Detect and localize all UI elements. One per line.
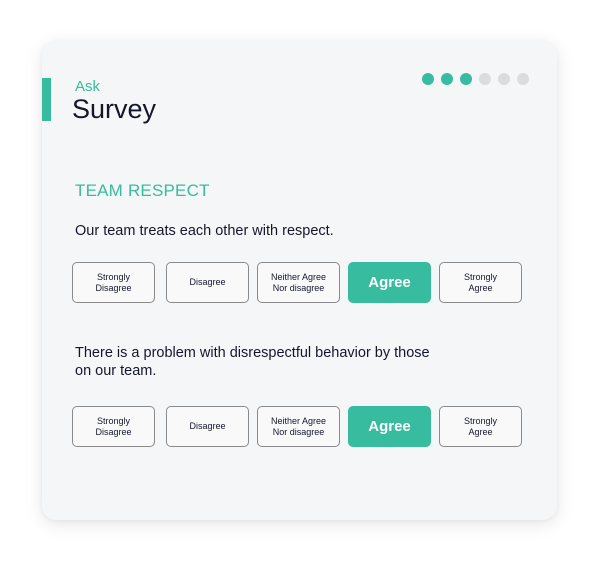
- accent-bar: [42, 78, 51, 121]
- question-2-options: Strongly Disagree Disagree Neither Agree…: [72, 406, 522, 447]
- progress-dot-3: [460, 73, 472, 85]
- progress-dot-4: [479, 73, 491, 85]
- section-title: TEAM RESPECT: [75, 181, 210, 200]
- progress-dot-6: [517, 73, 529, 85]
- option-strongly-agree[interactable]: Strongly Agree: [439, 262, 522, 303]
- option-strongly-disagree[interactable]: Strongly Disagree: [72, 406, 155, 447]
- question-1-options: Strongly Disagree Disagree Neither Agree…: [72, 262, 522, 303]
- survey-card: Ask Survey TEAM RESPECT Our team treats …: [42, 41, 557, 520]
- header-eyebrow: Ask: [75, 78, 101, 95]
- progress-dot-2: [441, 73, 453, 85]
- option-neither[interactable]: Neither Agree Nor disagree: [257, 406, 340, 447]
- question-2-text: There is a problem with disrespectful be…: [75, 345, 430, 379]
- option-disagree[interactable]: Disagree: [166, 406, 249, 447]
- progress-indicator: [422, 73, 529, 85]
- option-strongly-disagree[interactable]: Strongly Disagree: [72, 262, 155, 303]
- page-title: Survey: [72, 94, 157, 124]
- option-neither[interactable]: Neither Agree Nor disagree: [257, 262, 340, 303]
- progress-dot-1: [422, 73, 434, 85]
- option-agree[interactable]: Agree: [348, 406, 431, 447]
- progress-dot-5: [498, 73, 510, 85]
- question-1-text: Our team treats each other with respect.: [75, 223, 334, 239]
- option-strongly-agree[interactable]: Strongly Agree: [439, 406, 522, 447]
- option-disagree[interactable]: Disagree: [166, 262, 249, 303]
- option-agree[interactable]: Agree: [348, 262, 431, 303]
